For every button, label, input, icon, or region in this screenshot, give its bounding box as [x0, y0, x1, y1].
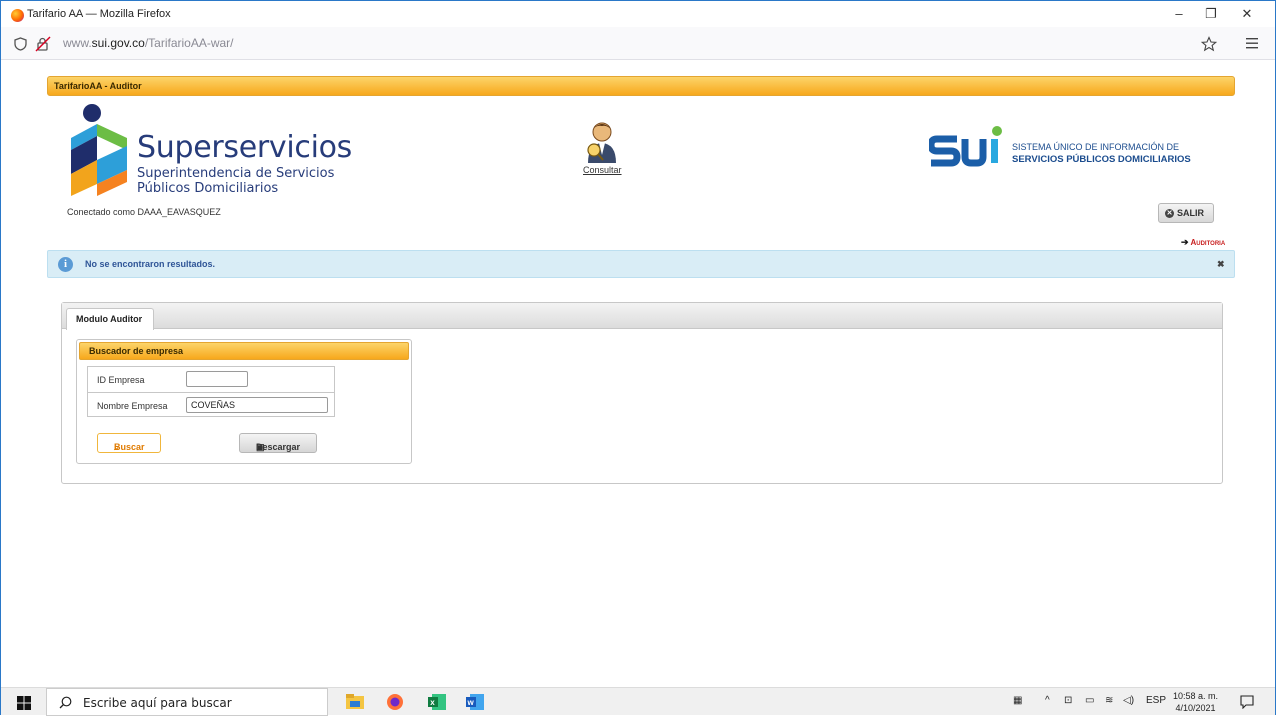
url-domain: sui.gov.co [91, 36, 145, 50]
word-icon[interactable]: w [466, 693, 484, 711]
windows-taskbar: Escribe aquí para buscar x w ▦ ^ ⊡ ▭ ≋ ◁… [1, 687, 1275, 716]
id-empresa-label: ID Empresa [97, 375, 145, 385]
clock-date: 4/10/2021 [1175, 703, 1216, 713]
logout-label: SALIR [1177, 208, 1204, 218]
nombre-empresa-input[interactable] [186, 397, 328, 413]
sui-title-line-1: SISTEMA ÚNICO DE INFORMACIÓN DE [1012, 142, 1180, 152]
minimize-button[interactable]: – [1165, 5, 1193, 23]
descargar-label: Descargar [256, 442, 301, 452]
sui-emblem-icon [929, 126, 1002, 167]
logo-dot [83, 104, 101, 122]
close-button[interactable]: ✕ [1233, 5, 1261, 23]
tab-modulo-auditor[interactable]: Modulo Auditor [66, 308, 154, 330]
info-alert: i No se encontraron resultados. ✖ [47, 250, 1235, 278]
url-path: /TarifarioAA-war/ [144, 36, 234, 50]
url-prefix: www. [63, 36, 92, 50]
search-icon [59, 696, 72, 709]
taskbar-clock[interactable]: 10:58 a. m. 4/10/2021 [1173, 690, 1218, 714]
auditoria-label: Auditoria [1190, 238, 1226, 247]
clock-time: 10:58 a. m. [1173, 691, 1219, 701]
battery-icon[interactable]: ▭ [1085, 695, 1094, 706]
file-explorer-icon[interactable] [346, 694, 364, 710]
browser-window: Tarifario AA — Mozilla Firefox – ❐ ✕ www… [0, 0, 1276, 716]
id-empresa-input[interactable] [186, 371, 248, 387]
speaker-icon[interactable]: ◁) [1123, 695, 1134, 706]
search-panel-title: Buscador de empresa [79, 342, 409, 360]
app-header-bar: TarifarioAA - Auditor [47, 76, 1235, 96]
alert-close-icon[interactable]: ✖ [1217, 259, 1225, 270]
alert-message: No se encontraron resultados. [85, 259, 216, 269]
navigation-bar: www.sui.gov.co/TarifarioAA-war/ [1, 27, 1275, 60]
auditoria-link[interactable]: ➔ Auditoria [1181, 237, 1225, 248]
company-search-panel: Buscador de empresa ID Empresa Nombre Em… [76, 339, 412, 464]
form-row-name: Nombre Empresa [88, 392, 334, 417]
maximize-button[interactable]: ❐ [1197, 5, 1225, 23]
window-title-bar: Tarifario AA — Mozilla Firefox – ❐ ✕ [1, 1, 1275, 27]
search-form-table: ID Empresa Nombre Empresa [87, 366, 335, 417]
language-indicator[interactable]: ESP [1146, 695, 1166, 706]
hamburger-menu-icon[interactable] [1246, 38, 1258, 49]
taskbar-search-placeholder: Escribe aquí para buscar [83, 696, 232, 710]
svg-text:x: x [430, 698, 435, 707]
superservicios-logo: Superservicios Superintendencia de Servi… [67, 104, 367, 199]
superservicios-emblem-icon [71, 124, 127, 196]
app-title: TarifarioAA - Auditor [54, 81, 142, 91]
shield-icon[interactable] [14, 37, 27, 51]
tab-panel: Modulo Auditor Buscador de empresa ID Em… [61, 302, 1223, 484]
tab-strip: Modulo Auditor [62, 303, 1222, 330]
keyboard-icon[interactable]: ▦ [1013, 695, 1022, 706]
nombre-empresa-label: Nombre Empresa [97, 401, 168, 411]
wifi-icon[interactable]: ≋ [1105, 695, 1113, 706]
taskbar-search-box[interactable]: Escribe aquí para buscar [46, 688, 328, 716]
logo-name: Superservicios [137, 130, 353, 165]
url-bar[interactable]: www.sui.gov.co/TarifarioAA-war/ [63, 36, 234, 50]
windows-start-icon[interactable] [17, 696, 31, 710]
sui-title-line-2: SERVICIOS PÚBLICOS DOMICILIARIOS [1012, 154, 1191, 165]
info-icon: i [58, 257, 73, 272]
network-device-icon[interactable]: ⊡ [1064, 695, 1072, 706]
consultar-link[interactable]: Consultar [577, 121, 627, 179]
svg-text:w: w [467, 698, 475, 707]
notifications-icon[interactable] [1240, 695, 1254, 709]
buscar-button[interactable]: ⌕ Buscar [97, 433, 161, 453]
firefox-taskbar-icon[interactable] [386, 693, 404, 711]
firefox-icon [11, 9, 24, 22]
excel-icon[interactable]: x [428, 693, 446, 711]
descargar-button[interactable]: ▣ Descargar [239, 433, 317, 453]
buscar-label: Buscar [114, 442, 145, 452]
consultar-label: Consultar [583, 165, 622, 175]
bookmark-star-icon[interactable] [1201, 36, 1217, 52]
logout-button[interactable]: ✕ SALIR [1158, 203, 1214, 223]
arrow-right-icon: ➔ [1181, 237, 1189, 247]
logo-subtitle-2: Públicos Domiciliarios [137, 181, 279, 196]
close-circle-icon: ✕ [1165, 209, 1174, 218]
sui-logo: SISTEMA ÚNICO DE INFORMACIÓN DE SERVICIO… [929, 125, 1209, 175]
window-title: Tarifario AA — Mozilla Firefox [27, 8, 171, 20]
user-search-icon [587, 122, 616, 163]
chevron-up-icon[interactable]: ^ [1045, 695, 1050, 706]
insecure-lock-icon[interactable] [35, 36, 51, 52]
connected-user-text: Conectado como DAAA_EAVASQUEZ [67, 207, 221, 217]
logo-subtitle-1: Superintendencia de Servicios [137, 166, 335, 181]
form-row-id: ID Empresa [88, 367, 334, 392]
page-content: TarifarioAA - Auditor Superservicios Sup… [1, 61, 1275, 687]
